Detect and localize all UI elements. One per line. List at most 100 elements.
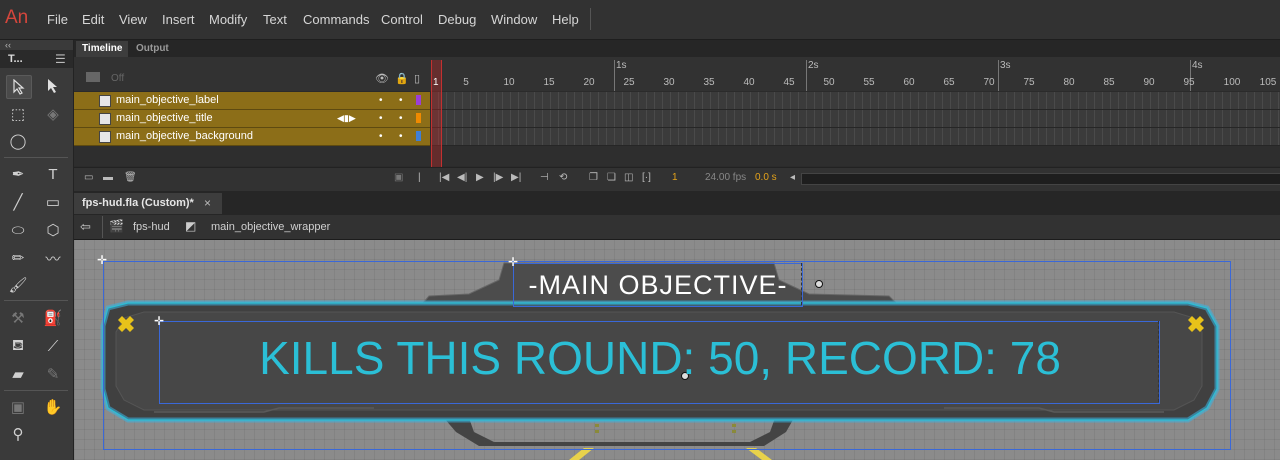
new-folder-icon[interactable]: ▬ bbox=[103, 172, 113, 183]
breadcrumb-divider bbox=[102, 216, 103, 238]
next-frame-icon[interactable]: |▶ bbox=[493, 172, 503, 183]
rectangle-tool-icon[interactable]: ▭ bbox=[41, 191, 65, 213]
width-tool-icon[interactable]: ✎ bbox=[41, 363, 65, 385]
visibility-dot-icon[interactable]: • bbox=[379, 95, 383, 106]
new-layer-icon[interactable]: ▭ bbox=[84, 172, 93, 183]
modify-markers-icon[interactable]: [·] bbox=[642, 172, 651, 183]
first-frame-icon[interactable]: |◀ bbox=[439, 172, 449, 183]
menu-help[interactable]: Help bbox=[552, 12, 579, 27]
tab-timeline[interactable]: Timeline bbox=[76, 41, 129, 57]
menu-modify[interactable]: Modify bbox=[209, 12, 247, 27]
paint-brush-tool-icon[interactable]: 🖌 bbox=[6, 274, 30, 296]
outline-all-icon[interactable]: ▯ bbox=[414, 72, 420, 85]
timeline-scrollbar[interactable] bbox=[801, 173, 1280, 185]
registration-point-icon[interactable]: ✛ bbox=[508, 255, 518, 269]
lock-dot-icon[interactable]: • bbox=[399, 113, 403, 124]
frames-row[interactable] bbox=[431, 110, 1280, 128]
back-arrow-icon[interactable]: ⇦ bbox=[80, 219, 91, 235]
frames-row[interactable] bbox=[431, 128, 1280, 146]
lock-dot-icon[interactable]: • bbox=[399, 95, 403, 106]
show-hide-all-icon[interactable]: 👁 bbox=[375, 72, 389, 85]
brush-tool-icon[interactable]: 〰 bbox=[41, 247, 65, 269]
menu-debug[interactable]: Debug bbox=[438, 12, 476, 27]
layer-row-title[interactable]: main_objective_title ◀▮▶ • • bbox=[74, 110, 430, 128]
menu-commands[interactable]: Commands bbox=[303, 12, 369, 27]
zoom-tool-icon[interactable]: ⚲ bbox=[6, 423, 30, 445]
document-tab-label[interactable]: fps-hud.fla (Custom)* bbox=[82, 197, 194, 209]
layer-name[interactable]: main_objective_background bbox=[116, 130, 253, 142]
layer-row-label[interactable]: main_objective_label • • bbox=[74, 92, 430, 110]
ink-bottle-tool-icon[interactable]: ⛾ bbox=[6, 335, 30, 357]
hand-tool-icon[interactable]: ✋ bbox=[41, 396, 65, 418]
close-icon[interactable]: × bbox=[204, 196, 211, 210]
registration-point-icon[interactable]: ✛ bbox=[154, 314, 164, 328]
menu-control[interactable]: Control bbox=[381, 12, 423, 27]
bone-tool-icon[interactable]: ⚒ bbox=[6, 307, 30, 329]
elapsed-time-readout[interactable]: 0.0 s bbox=[755, 172, 777, 183]
play-icon[interactable]: ▶ bbox=[476, 172, 484, 183]
layer-color-swatch[interactable] bbox=[416, 113, 421, 123]
lock-dot-icon[interactable]: • bbox=[399, 131, 403, 142]
eraser-tool-icon[interactable]: ▰ bbox=[6, 363, 30, 385]
paint-bucket-tool-icon[interactable]: ⛽ bbox=[41, 307, 65, 329]
ruler-frame-number: 100 bbox=[1223, 77, 1241, 88]
scene-clapper-icon: 🎬 bbox=[109, 219, 124, 233]
selection-tool-icon[interactable] bbox=[6, 75, 32, 99]
free-transform-tool-icon[interactable]: ⬚ bbox=[6, 103, 30, 125]
breadcrumb-scene[interactable]: fps-hud bbox=[133, 221, 170, 233]
visibility-dot-icon[interactable]: • bbox=[379, 113, 383, 124]
panel-menu-icon[interactable]: ☰ bbox=[55, 52, 66, 66]
center-frame-icon[interactable]: ⊣ bbox=[540, 172, 549, 183]
visibility-dot-icon[interactable]: • bbox=[379, 131, 383, 142]
camera-tool-icon[interactable]: ▣ bbox=[6, 396, 30, 418]
layer-scrub-icon[interactable]: ◀▮▶ bbox=[337, 113, 356, 124]
tools-collapse-icon[interactable]: ‹‹ bbox=[5, 40, 11, 50]
layer-row-background[interactable]: main_objective_background • • bbox=[74, 128, 430, 146]
symbol-icon: ◩ bbox=[185, 219, 197, 233]
transform-point-icon[interactable] bbox=[815, 280, 823, 288]
tab-output[interactable]: Output bbox=[130, 41, 175, 57]
onion-skin-icon[interactable]: ❐ bbox=[589, 172, 598, 183]
pencil-tool-icon[interactable]: ✏ bbox=[6, 247, 30, 269]
menu-view[interactable]: View bbox=[119, 12, 147, 27]
ruler-second-label: 2s bbox=[808, 60, 819, 71]
menu-file[interactable]: File bbox=[47, 12, 68, 27]
layer-name[interactable]: main_objective_title bbox=[116, 112, 213, 124]
delete-layer-icon[interactable]: 🗑 bbox=[124, 172, 137, 183]
frames-row[interactable] bbox=[431, 92, 1280, 110]
scroll-left-icon[interactable]: ◂ bbox=[790, 172, 795, 183]
fps-readout[interactable]: 24.00 fps bbox=[705, 172, 746, 183]
oval-tool-icon[interactable]: ⬭ bbox=[6, 219, 30, 241]
text-tool-icon[interactable]: T bbox=[41, 163, 65, 185]
onion-outline-icon[interactable]: ❏ bbox=[607, 172, 616, 183]
last-frame-icon[interactable]: ▶| bbox=[511, 172, 521, 183]
ruler-frame-number: 75 bbox=[1023, 77, 1035, 88]
layer-color-swatch[interactable] bbox=[416, 131, 421, 141]
edit-multiple-icon[interactable]: ◫ bbox=[624, 172, 633, 183]
main-objective-label-text[interactable]: KILLS THIS ROUND: 50, RECORD: 78 bbox=[160, 331, 1160, 385]
layer-color-swatch[interactable] bbox=[416, 95, 421, 105]
eyedropper-tool-icon[interactable]: ⟋ bbox=[41, 335, 65, 357]
breadcrumb-symbol[interactable]: main_objective_wrapper bbox=[211, 221, 330, 233]
3d-rotation-tool-icon[interactable]: ◈ bbox=[41, 103, 65, 125]
registration-point-icon[interactable]: ✛ bbox=[97, 253, 107, 267]
menu-insert[interactable]: Insert bbox=[162, 12, 195, 27]
ruler-frame-number: 25 bbox=[623, 77, 635, 88]
pen-tool-icon[interactable]: ✒ bbox=[6, 163, 30, 185]
line-tool-icon[interactable]: ╱ bbox=[6, 191, 30, 213]
loop-icon[interactable]: ⟲ bbox=[559, 172, 567, 183]
current-frame-readout[interactable]: 1 bbox=[672, 172, 678, 183]
ruler-frame-number: 55 bbox=[863, 77, 875, 88]
camera-layer-icon[interactable]: ▣ bbox=[394, 172, 403, 183]
layer-name[interactable]: main_objective_label bbox=[116, 94, 219, 106]
prev-frame-icon[interactable]: ◀| bbox=[457, 172, 467, 183]
lasso-tool-icon[interactable]: ◯ bbox=[6, 130, 30, 152]
menu-window[interactable]: Window bbox=[491, 12, 537, 27]
menu-edit[interactable]: Edit bbox=[82, 12, 104, 27]
lock-all-icon[interactable]: 🔒 bbox=[395, 72, 409, 85]
layer-outline-icon[interactable] bbox=[86, 72, 100, 82]
subselection-tool-icon[interactable] bbox=[41, 75, 65, 97]
polystar-tool-icon[interactable]: ⬡ bbox=[41, 219, 65, 241]
main-objective-title-text[interactable]: -MAIN OBJECTIVE- bbox=[513, 270, 803, 301]
menu-text[interactable]: Text bbox=[263, 12, 287, 27]
